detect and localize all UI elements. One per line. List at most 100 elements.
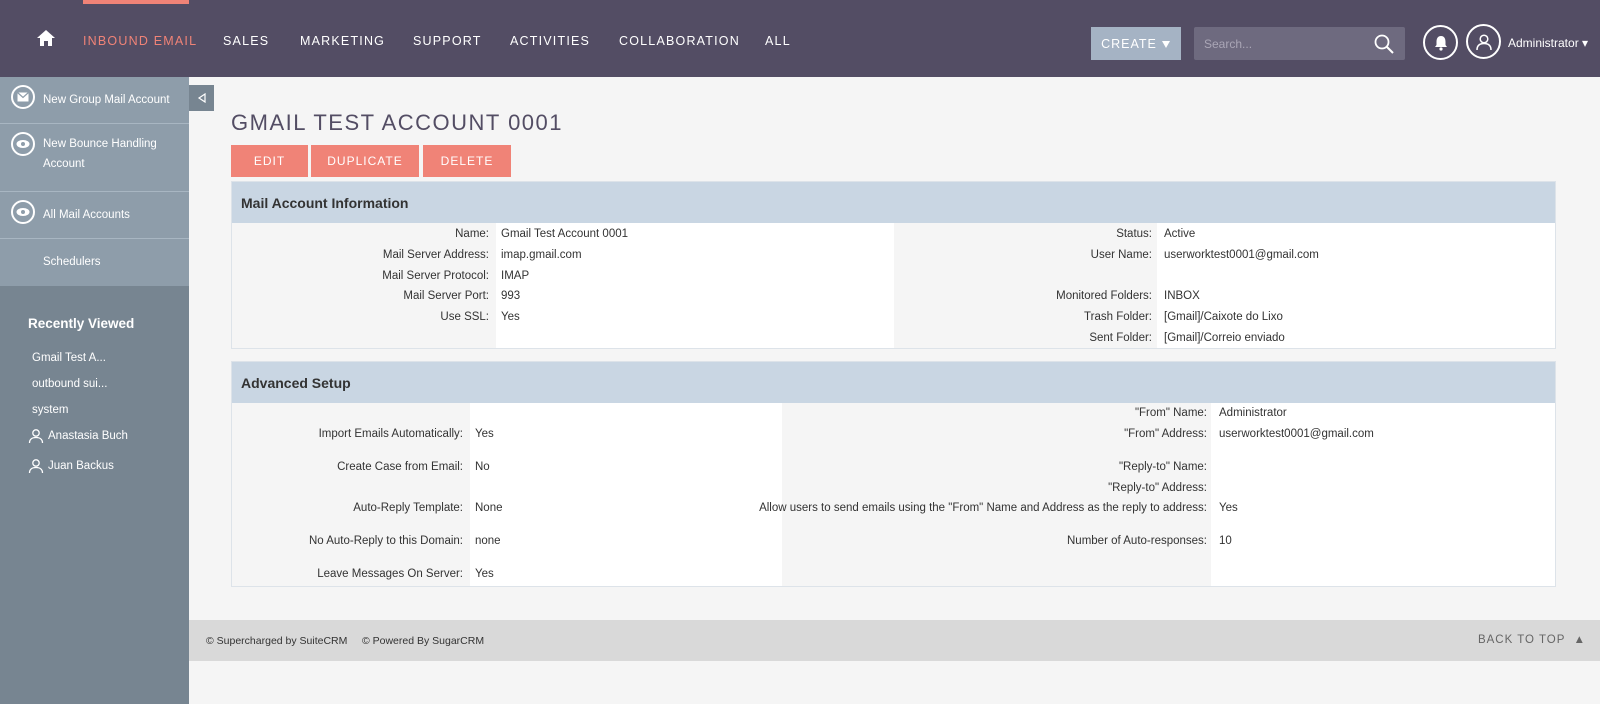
field-label: Auto-Reply Template: bbox=[353, 502, 463, 514]
field-value: Yes bbox=[501, 311, 520, 323]
user-avatar[interactable] bbox=[1466, 24, 1501, 59]
recently-viewed-title: Recently Viewed bbox=[28, 316, 135, 331]
footer-credits: © Supercharged by SuiteCRM © Powered By … bbox=[206, 635, 485, 647]
create-button[interactable]: CREATE bbox=[1091, 27, 1181, 60]
field-value: [Gmail]/Correio enviado bbox=[1164, 332, 1285, 344]
field-label: Trash Folder: bbox=[1084, 311, 1152, 323]
nav-inbound-email[interactable]: INBOUND EMAIL bbox=[83, 34, 197, 48]
recently-viewed-item[interactable]: outbound sui... bbox=[32, 378, 107, 390]
search-input[interactable] bbox=[1204, 27, 1369, 60]
recently-viewed-label: Anastasia Buch bbox=[48, 430, 128, 442]
field-value: None bbox=[475, 502, 503, 514]
field-value: Yes bbox=[475, 428, 494, 440]
sidebar-item-all-mail-accounts[interactable]: All Mail Accounts bbox=[0, 192, 189, 239]
sidebar-item-label: New Group Mail Account bbox=[43, 94, 170, 106]
field-value: Yes bbox=[1219, 502, 1238, 514]
field-label: Allow users to send emails using the "Fr… bbox=[759, 502, 1207, 514]
bell-icon bbox=[1434, 35, 1447, 51]
delete-button[interactable]: DELETE bbox=[423, 145, 511, 177]
field-label: Name: bbox=[455, 228, 489, 240]
search-icon[interactable] bbox=[1373, 33, 1395, 55]
eye-icon bbox=[11, 200, 35, 224]
field-label: Use SSL: bbox=[440, 311, 489, 323]
home-icon[interactable] bbox=[36, 28, 56, 48]
field-value: No bbox=[475, 461, 490, 473]
sidebar-actions: New Group Mail Account New Bounce Handli… bbox=[0, 77, 189, 286]
field-label: Number of Auto-responses: bbox=[1067, 535, 1207, 547]
field-label: Monitored Folders: bbox=[1056, 290, 1152, 302]
panel-header: Mail Account Information bbox=[232, 182, 1555, 223]
recently-viewed-item[interactable]: system bbox=[32, 404, 68, 416]
user-icon bbox=[28, 429, 44, 444]
user-menu[interactable]: Administrator ▾ bbox=[1508, 36, 1588, 50]
triangle-left-icon bbox=[197, 93, 206, 103]
field-label: Sent Folder: bbox=[1089, 332, 1152, 344]
recently-viewed-item[interactable]: Gmail Test A... bbox=[32, 352, 106, 364]
top-navigation-bar: INBOUND EMAIL SALES MARKETING SUPPORT AC… bbox=[0, 0, 1600, 77]
caret-down-icon: ▾ bbox=[1582, 36, 1589, 50]
nav-collaboration[interactable]: COLLABORATION bbox=[619, 34, 740, 48]
field-label: "Reply-to" Address: bbox=[1108, 482, 1207, 494]
footer: © Supercharged by SuiteCRM © Powered By … bbox=[189, 620, 1600, 661]
field-label: "From" Name: bbox=[1134, 407, 1207, 419]
field-label: Leave Messages On Server: bbox=[317, 568, 463, 580]
sidebar: New Group Mail Account New Bounce Handli… bbox=[0, 77, 189, 704]
mail-icon bbox=[11, 85, 35, 109]
field-value: none bbox=[475, 535, 501, 547]
field-value: IMAP bbox=[501, 270, 530, 282]
caret-down-icon bbox=[1161, 40, 1170, 48]
nav-all[interactable]: ALL bbox=[765, 34, 791, 48]
field-label: Mail Server Port: bbox=[403, 290, 489, 302]
page-title: GMAIL TEST ACCOUNT 0001 bbox=[231, 110, 564, 135]
field-value: Active bbox=[1164, 228, 1196, 240]
field-label: Status: bbox=[1116, 228, 1152, 240]
sidebar-collapse-button[interactable] bbox=[189, 85, 214, 111]
active-tab-indicator bbox=[83, 0, 189, 4]
edit-button[interactable]: EDIT bbox=[231, 145, 308, 177]
nav-sales[interactable]: SALES bbox=[223, 34, 269, 48]
mail-account-information-panel: Mail Account Information Name: Gmail Tes… bbox=[231, 181, 1556, 349]
user-icon bbox=[1475, 33, 1492, 50]
field-label: Import Emails Automatically: bbox=[318, 428, 463, 440]
sidebar-item-label: New Bounce Handling Account bbox=[43, 138, 157, 170]
field-value: Gmail Test Account 0001 bbox=[501, 228, 628, 240]
notifications-button[interactable] bbox=[1423, 25, 1458, 60]
field-label: "Reply-to" Name: bbox=[1118, 461, 1207, 473]
advanced-setup-panel: Advanced Setup Import Emails Automatical… bbox=[231, 361, 1556, 587]
field-value: imap.gmail.com bbox=[501, 249, 582, 261]
sidebar-item-new-bounce-handling-account[interactable]: New Bounce Handling Account bbox=[0, 124, 189, 192]
sidebar-item-new-group-mail-account[interactable]: New Group Mail Account bbox=[0, 77, 189, 124]
panel-header: Advanced Setup bbox=[232, 362, 1555, 403]
recently-viewed-item[interactable]: Anastasia Buch bbox=[28, 428, 128, 444]
field-value: 993 bbox=[501, 290, 521, 302]
field-value: INBOX bbox=[1164, 290, 1200, 302]
search-box bbox=[1194, 27, 1405, 60]
field-value: Yes bbox=[475, 568, 494, 580]
duplicate-button[interactable]: DUPLICATE bbox=[311, 145, 419, 177]
sidebar-item-label: Schedulers bbox=[43, 256, 101, 268]
eye-icon bbox=[11, 132, 35, 156]
nav-support[interactable]: SUPPORT bbox=[413, 34, 482, 48]
field-value: Administrator bbox=[1219, 407, 1287, 419]
label-column-bg bbox=[894, 223, 1157, 348]
field-value: userworktest0001@gmail.com bbox=[1219, 428, 1374, 440]
field-value: 10 bbox=[1219, 535, 1232, 547]
user-icon bbox=[28, 459, 44, 474]
user-name: Administrator bbox=[1508, 36, 1579, 50]
field-label: User Name: bbox=[1090, 249, 1152, 261]
field-label: No Auto-Reply to this Domain: bbox=[308, 535, 463, 547]
create-label: CREATE bbox=[1101, 36, 1157, 51]
field-label: Mail Server Address: bbox=[382, 249, 489, 261]
nav-activities[interactable]: ACTIVITIES bbox=[510, 34, 590, 48]
back-to-top-link[interactable]: BACK TO TOP ▲ bbox=[1478, 634, 1586, 646]
field-label: Mail Server Protocol: bbox=[382, 270, 489, 282]
field-label: Create Case from Email: bbox=[337, 461, 463, 473]
field-value: userworktest0001@gmail.com bbox=[1164, 249, 1319, 261]
recently-viewed-label: Juan Backus bbox=[48, 460, 114, 472]
recently-viewed-item[interactable]: Juan Backus bbox=[28, 458, 114, 474]
field-value: [Gmail]/Caixote do Lixo bbox=[1164, 311, 1283, 323]
label-column-bg bbox=[232, 223, 496, 348]
nav-marketing[interactable]: MARKETING bbox=[300, 34, 385, 48]
field-label: "From" Address: bbox=[1124, 428, 1207, 440]
sidebar-item-schedulers[interactable]: Schedulers bbox=[0, 239, 189, 286]
